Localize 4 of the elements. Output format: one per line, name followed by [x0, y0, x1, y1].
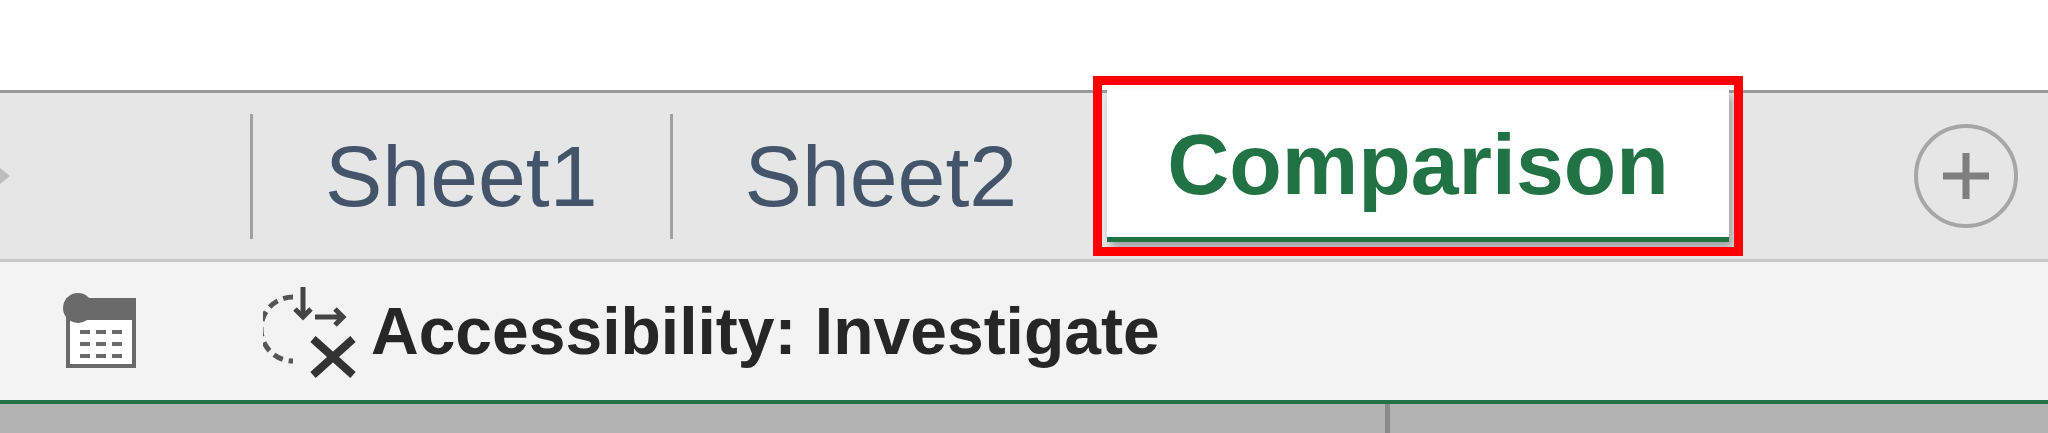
sheet-tab[interactable]: Sheet2: [672, 93, 1090, 259]
plus-icon: [1941, 151, 1991, 201]
add-sheet-button[interactable]: [1914, 124, 2018, 228]
sheet-tab[interactable]: Sheet1: [253, 93, 670, 259]
